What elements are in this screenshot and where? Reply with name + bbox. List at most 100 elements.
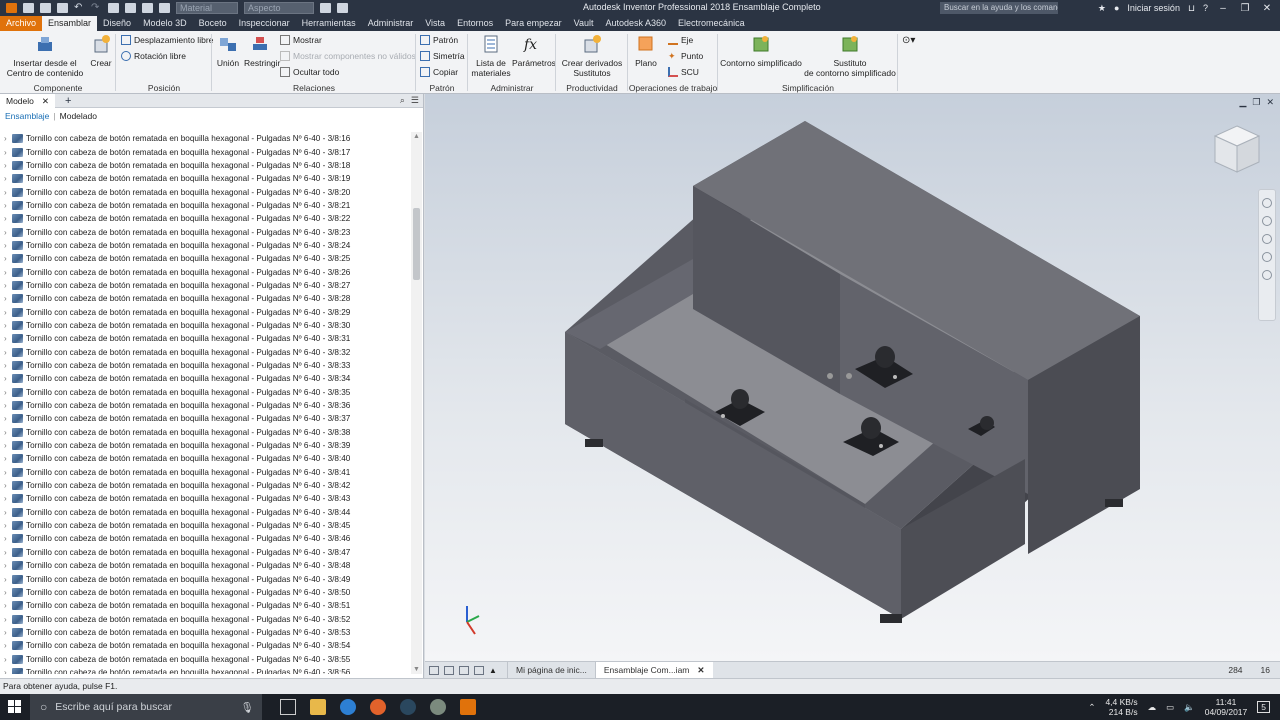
tab-entornos[interactable]: Entornos	[451, 16, 499, 31]
tree-item[interactable]: › Tornillo con cabeza de botón rematada e…	[0, 652, 410, 665]
parameters-button[interactable]: fx Parámetros	[512, 34, 556, 68]
expand-arrow-icon[interactable]: ›	[4, 468, 12, 477]
expand-arrow-icon[interactable]: ›	[4, 161, 12, 170]
tree-item[interactable]: › Tornillo con cabeza de botón rematada e…	[0, 572, 410, 585]
tree-item[interactable]: › Tornillo con cabeza de botón rematada e…	[0, 359, 410, 372]
tree-item[interactable]: › Tornillo con cabeza de botón rematada e…	[0, 532, 410, 545]
expand-arrow-icon[interactable]: ›	[4, 201, 12, 210]
tree-item[interactable]: › Tornillo con cabeza de botón rematada e…	[0, 452, 410, 465]
tab-inspeccionar[interactable]: Inspeccionar	[233, 16, 296, 31]
expand-arrow-icon[interactable]: ›	[4, 188, 12, 197]
expand-arrow-icon[interactable]: ›	[4, 308, 12, 317]
help-icon[interactable]: ?	[1203, 3, 1208, 13]
cascade-view-icon[interactable]	[444, 665, 454, 675]
doc-tab-home[interactable]: Mi página de inic...	[507, 662, 595, 678]
app-icon[interactable]	[430, 699, 446, 715]
minimize-button[interactable]: –	[1216, 3, 1230, 14]
browser-tab-modelo[interactable]: Modelo ✕	[0, 93, 56, 108]
graphics-viewport[interactable]: ▁ ❐ ✕	[425, 94, 1280, 661]
tree-item[interactable]: › Tornillo con cabeza de botón rematada e…	[0, 492, 410, 505]
expand-arrow-icon[interactable]: ›	[4, 281, 12, 290]
expand-arrow-icon[interactable]: ›	[4, 428, 12, 437]
tree-item[interactable]: › Tornillo con cabeza de botón rematada e…	[0, 305, 410, 318]
tree-item[interactable]: › Tornillo con cabeza de botón rematada e…	[0, 386, 410, 399]
tab-list-icon[interactable]: ▲	[489, 666, 499, 675]
properties-icon[interactable]	[159, 3, 170, 13]
expand-arrow-icon[interactable]: ›	[4, 268, 12, 277]
redo-icon[interactable]: ↷	[91, 3, 102, 13]
browser-scrollbar[interactable]: ▲ ▼	[411, 132, 422, 674]
tree-item[interactable]: › Tornillo con cabeza de botón rematada e…	[0, 145, 410, 158]
edge-icon[interactable]	[340, 699, 356, 715]
tab-ensamblar[interactable]: Ensamblar	[42, 16, 98, 31]
task-view-icon[interactable]	[280, 699, 296, 715]
file-explorer-icon[interactable]	[310, 699, 326, 715]
free-rotate-button[interactable]: Rotación libre	[121, 51, 186, 61]
inventor-taskbar-icon[interactable]	[460, 699, 476, 715]
ucs-button[interactable]: SCU	[668, 67, 699, 77]
tab-administrar[interactable]: Administrar	[362, 16, 420, 31]
tree-item[interactable]: › Tornillo con cabeza de botón rematada e…	[0, 292, 410, 305]
tree-item[interactable]: › Tornillo con cabeza de botón rematada e…	[0, 399, 410, 412]
tree-item[interactable]: › Tornillo con cabeza de botón rematada e…	[0, 599, 410, 612]
clock[interactable]: 11:41 04/09/2017	[1205, 697, 1248, 717]
expand-arrow-icon[interactable]: ›	[4, 601, 12, 610]
expand-arrow-icon[interactable]: ›	[4, 401, 12, 410]
show-invalid-button[interactable]: Mostrar componentes no válidos	[280, 51, 416, 61]
tab-herramientas[interactable]: Herramientas	[296, 16, 362, 31]
insert-content-center-button[interactable]: Insertar desde el Centro de contenido	[6, 34, 84, 78]
mirror-button[interactable]: Simetría	[420, 51, 465, 61]
tree-item[interactable]: › Tornillo con cabeza de botón rematada e…	[0, 506, 410, 519]
select-icon[interactable]	[142, 3, 153, 13]
tree-item[interactable]: › Tornillo con cabeza de botón rematada e…	[0, 412, 410, 425]
tile-view-icon[interactable]	[429, 665, 439, 675]
expand-arrow-icon[interactable]: ›	[4, 148, 12, 157]
expand-arrow-icon[interactable]: ›	[4, 374, 12, 383]
tree-item[interactable]: › Tornillo con cabeza de botón rematada e…	[0, 212, 410, 225]
appearance-combo[interactable]: Aspecto	[244, 2, 314, 14]
tree-item[interactable]: › Tornillo con cabeza de botón rematada e…	[0, 546, 410, 559]
horizontal-view-icon[interactable]	[459, 665, 469, 675]
tree-item[interactable]: › Tornillo con cabeza de botón rematada e…	[0, 372, 410, 385]
expand-arrow-icon[interactable]: ›	[4, 321, 12, 330]
expand-arrow-icon[interactable]: ›	[4, 508, 12, 517]
expand-arrow-icon[interactable]: ›	[4, 628, 12, 637]
steam-icon[interactable]	[400, 699, 416, 715]
scroll-down-icon[interactable]: ▼	[413, 666, 420, 673]
tab-archivo[interactable]: Archivo	[0, 16, 43, 31]
tree-item[interactable]: › Tornillo con cabeza de botón rematada e…	[0, 439, 410, 452]
subtab-ensamblaje[interactable]: Ensamblaje	[5, 111, 49, 121]
tab-para-empezar[interactable]: Para empezar	[499, 16, 568, 31]
undo-icon[interactable]: ↶	[74, 3, 85, 13]
scroll-thumb[interactable]	[413, 208, 420, 280]
axis-button[interactable]: Eje	[668, 35, 693, 45]
derived-substitutes-button[interactable]: Crear derivados Sustitutos	[560, 34, 624, 78]
expand-arrow-icon[interactable]: ›	[4, 254, 12, 263]
ribbon-options-button[interactable]: ⊙▾	[902, 35, 915, 46]
expand-arrow-icon[interactable]: ›	[4, 615, 12, 624]
free-move-button[interactable]: Desplazamiento libre	[121, 35, 213, 45]
expand-arrow-icon[interactable]: ›	[4, 668, 12, 674]
tab-vista[interactable]: Vista	[419, 16, 451, 31]
save-icon[interactable]	[57, 3, 68, 13]
taskbar-search[interactable]: ○ Escribe aquí para buscar 🎙	[30, 694, 262, 720]
constrain-button[interactable]: Restringir	[244, 34, 280, 68]
create-component-button[interactable]: Crear	[88, 34, 114, 68]
expand-arrow-icon[interactable]: ›	[4, 641, 12, 650]
search-icon[interactable]: ⌕	[400, 95, 405, 106]
tree-item[interactable]: › Tornillo con cabeza de botón rematada e…	[0, 252, 410, 265]
expand-arrow-icon[interactable]: ›	[4, 534, 12, 543]
expand-arrow-icon[interactable]: ›	[4, 655, 12, 664]
tab-diseno[interactable]: Diseño	[97, 16, 137, 31]
shrinkwrap-button[interactable]: Contorno simplificado	[720, 34, 802, 68]
tree-item[interactable]: › Tornillo con cabeza de botón rematada e…	[0, 199, 410, 212]
expand-arrow-icon[interactable]: ›	[4, 174, 12, 183]
tree-item[interactable]: › Tornillo con cabeza de botón rematada e…	[0, 319, 410, 332]
expand-arrow-icon[interactable]: ›	[4, 388, 12, 397]
tree-item[interactable]: › Tornillo con cabeza de botón rematada e…	[0, 265, 410, 278]
restore-button[interactable]: ❐	[1238, 3, 1252, 14]
tab-a360[interactable]: Autodesk A360	[599, 16, 672, 31]
shrinkwrap-substitute-button[interactable]: Sustituto de contorno simplificado	[804, 34, 896, 78]
tree-item[interactable]: › Tornillo con cabeza de botón rematada e…	[0, 426, 410, 439]
tree-item[interactable]: › Tornillo con cabeza de botón rematada e…	[0, 332, 410, 345]
